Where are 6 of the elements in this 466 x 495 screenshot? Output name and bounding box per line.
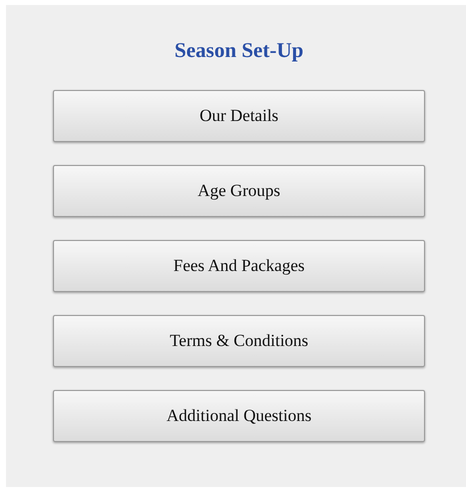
menu-button[interactable]: Our Details xyxy=(53,90,425,142)
menu-button[interactable]: Additional Questions xyxy=(53,390,425,442)
menu-button[interactable]: Fees And Packages xyxy=(53,240,425,292)
section-title: Season Set-Up xyxy=(174,38,304,62)
menu-button[interactable]: Terms & Conditions xyxy=(53,315,425,367)
menu-button[interactable]: Age Groups xyxy=(53,165,425,217)
